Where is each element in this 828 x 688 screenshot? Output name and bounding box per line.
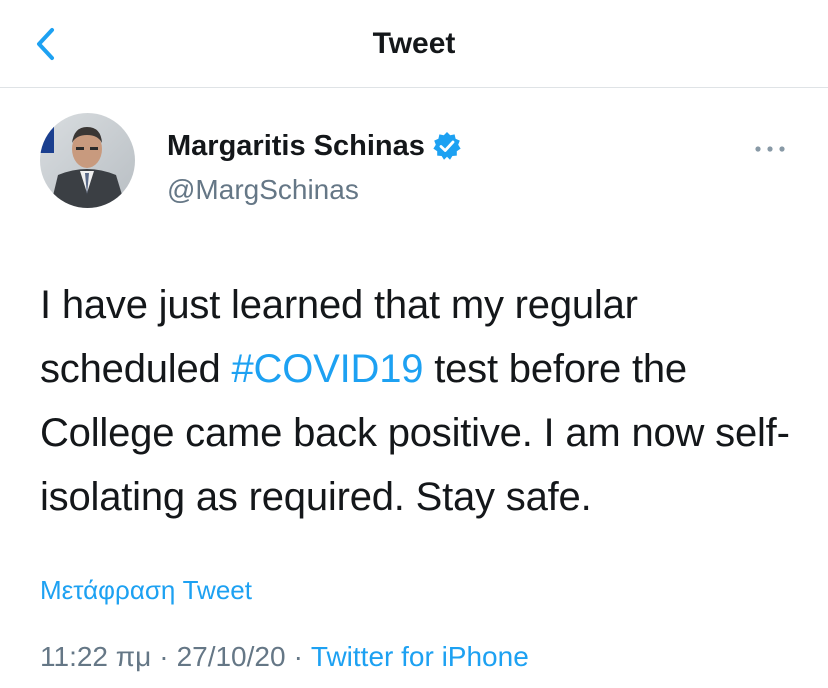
tweet-text: I have just learned that my regular sche… — [40, 273, 800, 529]
separator: · — [293, 641, 303, 672]
tweet-detail-screen: Tweet Margaritis Schinas @MargSchinas I … — [0, 0, 828, 688]
translate-tweet-link[interactable]: Μετάφραση Tweet — [40, 572, 252, 608]
tweet-time: 11:22 πμ — [40, 641, 152, 672]
tweet-source-link[interactable]: Twitter for iPhone — [311, 641, 529, 672]
verified-badge-icon — [432, 131, 462, 161]
tweet-date: 27/10/20 — [176, 641, 286, 672]
page-title: Tweet — [372, 27, 456, 60]
author-name[interactable]: Margaritis Schinas — [167, 128, 425, 164]
hashtag-link[interactable]: #COVID19 — [231, 347, 423, 391]
top-nav-bar: Tweet — [0, 0, 828, 88]
profile-photo — [40, 113, 135, 208]
separator: · — [159, 641, 169, 672]
more-options-button[interactable] — [752, 138, 788, 160]
avatar[interactable] — [40, 113, 135, 208]
author-name-row[interactable]: Margaritis Schinas — [167, 128, 462, 164]
more-options-icon — [755, 146, 785, 152]
tweet-metadata: 11:22 πμ · 27/10/20 · Twitter for iPhone — [40, 638, 529, 676]
author-handle[interactable]: @MargSchinas — [167, 172, 359, 208]
